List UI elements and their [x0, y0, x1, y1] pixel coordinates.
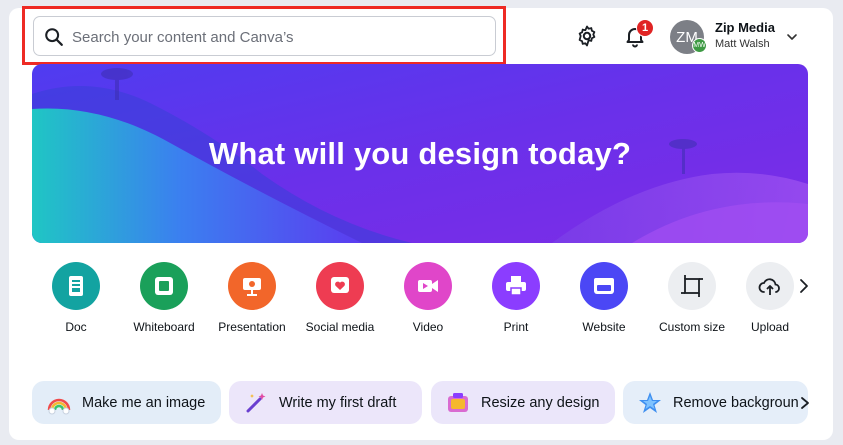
chip-label: Resize any design: [481, 394, 600, 411]
chip-resize-design[interactable]: Resize any design: [431, 381, 615, 424]
doc-icon: [52, 262, 100, 310]
chevron-right-icon[interactable]: [798, 396, 812, 410]
category-label: Upload: [750, 320, 790, 334]
video-camera-icon: [404, 262, 452, 310]
resize-icon: [448, 392, 468, 412]
chip-label: Write my first draft: [279, 394, 397, 411]
account-user-name[interactable]: Matt Walsh: [715, 38, 770, 50]
chip-make-image[interactable]: Make me an image: [32, 381, 221, 424]
avatar-user-badge: MW: [692, 38, 707, 53]
notification-count-badge: 1: [636, 19, 654, 37]
chip-remove-background[interactable]: Remove backgroun: [623, 381, 808, 424]
category-doc[interactable]: Doc: [31, 262, 121, 334]
settings-button[interactable]: [572, 21, 602, 51]
crop-icon: [668, 262, 716, 310]
printer-icon: [492, 262, 540, 310]
category-social-media[interactable]: Social media: [295, 262, 385, 334]
heart-icon: [316, 262, 364, 310]
category-custom-size[interactable]: Custom size: [647, 262, 737, 334]
category-print[interactable]: Print: [471, 262, 561, 334]
hero-title: What will you design today?: [208, 136, 632, 171]
category-label: Custom size: [658, 320, 726, 334]
magic-wand-icon: [246, 392, 266, 412]
category-presentation[interactable]: Presentation: [207, 262, 297, 334]
whiteboard-icon: [140, 262, 188, 310]
annotation-highlight-box: [22, 6, 506, 65]
category-label: Presentation: [218, 320, 286, 334]
presentation-icon: [228, 262, 276, 310]
chip-label: Make me an image: [82, 394, 206, 411]
category-website[interactable]: Website: [559, 262, 649, 334]
category-label: Print: [503, 320, 529, 334]
chip-write-draft[interactable]: Write my first draft: [229, 381, 422, 424]
cloud-upload-icon: [746, 262, 794, 310]
category-whiteboard[interactable]: Whiteboard: [119, 262, 209, 334]
category-label: Whiteboard: [133, 320, 195, 334]
gear-icon: [578, 25, 596, 47]
category-label: Website: [582, 320, 626, 334]
category-label: Doc: [65, 320, 87, 334]
chip-label: Remove backgroun: [673, 394, 799, 411]
category-video[interactable]: Video: [383, 262, 473, 334]
account-team-name[interactable]: Zip Media: [715, 20, 775, 35]
chevron-down-icon[interactable]: [785, 30, 799, 44]
website-icon: [580, 262, 628, 310]
category-upload[interactable]: Upload: [735, 262, 805, 334]
rainbow-icon: [47, 398, 71, 414]
star-icon: [639, 391, 661, 413]
category-label: Video: [412, 320, 444, 334]
chevron-right-icon[interactable]: [796, 278, 812, 294]
hero-banner: What will you design today?: [32, 64, 808, 243]
category-label: Social media: [305, 320, 375, 334]
